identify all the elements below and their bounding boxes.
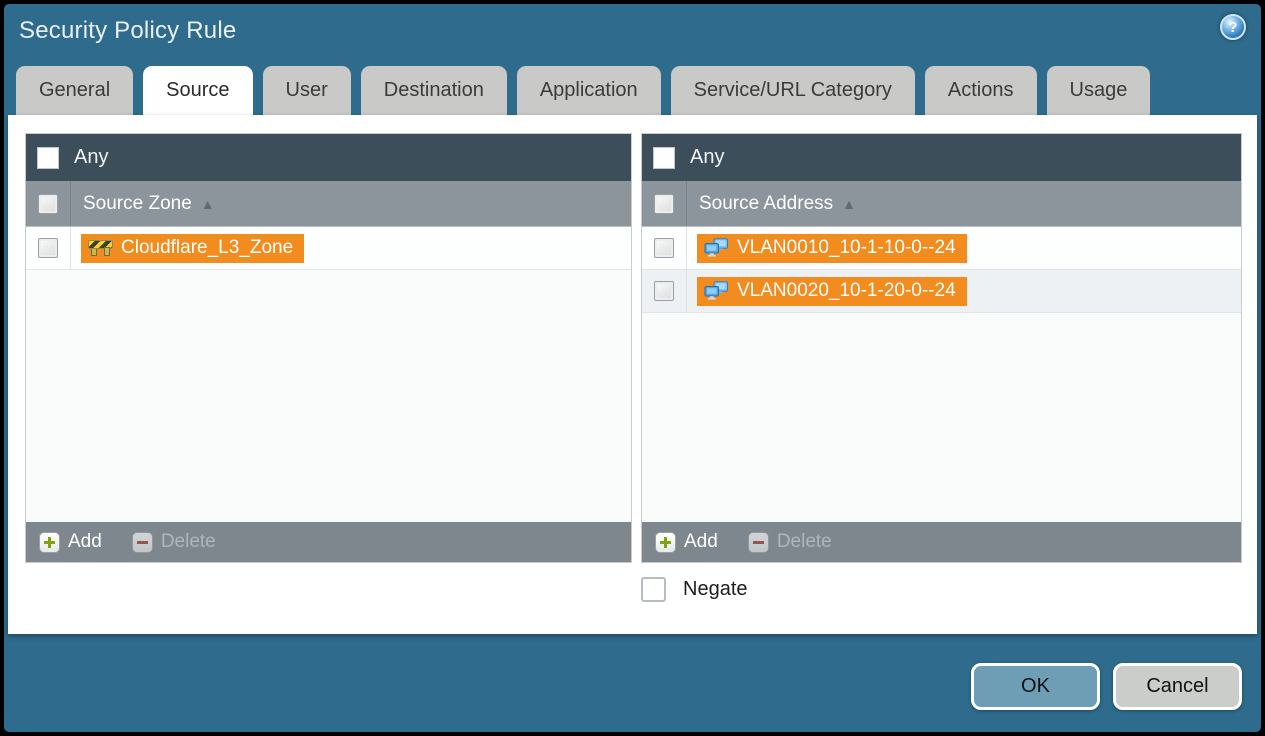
zone-icon xyxy=(88,239,113,256)
table-row[interactable]: VLAN0020_10-1-20-0--24 xyxy=(642,270,1241,313)
zone-chip-label: Cloudflare_L3_Zone xyxy=(121,236,294,258)
add-icon xyxy=(655,531,676,553)
source-address-panel: Any Source Address ▲ VLAN0010_10-1-10-0-… xyxy=(641,133,1242,563)
add-button-label: Add xyxy=(684,531,718,552)
tab-actions[interactable]: Actions xyxy=(924,66,1037,115)
tab-general[interactable]: General xyxy=(16,66,134,115)
row-checkbox[interactable] xyxy=(38,238,58,258)
source-address-select-all-checkbox[interactable] xyxy=(654,193,674,214)
table-row[interactable]: Cloudflare_L3_Zone xyxy=(26,227,631,270)
source-zone-panel: Any Source Zone ▲ Cloudflare_L3_Zone Add… xyxy=(25,133,632,563)
delete-address-button[interactable]: Delete xyxy=(747,531,832,553)
source-zone-column-label: Source Zone xyxy=(83,192,192,214)
source-zone-any-header: Any xyxy=(26,134,631,181)
row-checkbox[interactable] xyxy=(654,281,674,301)
source-address-footer: Add Delete xyxy=(642,522,1241,562)
tab-content-source: Any Source Zone ▲ Cloudflare_L3_Zone Add… xyxy=(8,115,1257,634)
delete-button-label: Delete xyxy=(776,531,832,552)
address-chip[interactable]: VLAN0010_10-1-10-0--24 xyxy=(697,233,967,263)
help-icon[interactable]: ? xyxy=(1220,14,1246,40)
source-zone-any-label: Any xyxy=(74,146,109,168)
tab-bar: General Source User Destination Applicat… xyxy=(16,66,1249,115)
add-address-button[interactable]: Add xyxy=(655,531,718,553)
zone-chip[interactable]: Cloudflare_L3_Zone xyxy=(81,233,305,263)
row-checkbox-cell xyxy=(26,227,71,269)
source-address-select-all-cell xyxy=(642,181,687,226)
negate-row: Negate xyxy=(641,577,748,602)
sort-asc-icon[interactable]: ▲ xyxy=(201,196,215,212)
source-zone-select-all-cell xyxy=(26,181,71,226)
source-zone-select-all-checkbox[interactable] xyxy=(38,193,58,214)
dialog-button-bar: OK Cancel xyxy=(971,663,1242,710)
source-address-any-header: Any xyxy=(642,134,1241,181)
delete-icon xyxy=(131,531,153,553)
tab-destination[interactable]: Destination xyxy=(360,66,507,115)
address-chip-label: VLAN0010_10-1-10-0--24 xyxy=(737,236,956,258)
delete-zone-button[interactable]: Delete xyxy=(131,531,216,553)
tab-service-url-category[interactable]: Service/URL Category xyxy=(670,66,915,115)
ok-button[interactable]: OK xyxy=(971,663,1100,710)
source-address-any-label: Any xyxy=(690,146,725,168)
row-checkbox-cell xyxy=(642,227,687,269)
row-checkbox[interactable] xyxy=(654,238,674,258)
cancel-button[interactable]: Cancel xyxy=(1113,663,1242,710)
source-address-column-header[interactable]: Source Address ▲ xyxy=(642,181,1241,226)
tab-user[interactable]: User xyxy=(262,66,351,115)
add-button-label: Add xyxy=(68,531,102,552)
tab-usage[interactable]: Usage xyxy=(1046,66,1151,115)
address-chip[interactable]: VLAN0020_10-1-20-0--24 xyxy=(697,276,967,306)
tab-source[interactable]: Source xyxy=(143,66,253,115)
table-row[interactable]: VLAN0010_10-1-10-0--24 xyxy=(642,227,1241,270)
source-zone-list: Cloudflare_L3_Zone xyxy=(26,226,631,522)
source-address-any-checkbox[interactable] xyxy=(653,146,675,169)
tab-application[interactable]: Application xyxy=(516,66,661,115)
negate-label: Negate xyxy=(683,578,748,600)
add-zone-button[interactable]: Add xyxy=(39,531,102,553)
delete-icon xyxy=(747,531,769,553)
dialog-title: Security Policy Rule xyxy=(19,17,237,44)
address-chip-label: VLAN0020_10-1-20-0--24 xyxy=(737,279,956,301)
add-icon xyxy=(39,531,60,553)
address-icon xyxy=(704,238,728,257)
source-address-list: VLAN0010_10-1-10-0--24 VLAN0020_10-1-20-… xyxy=(642,226,1241,522)
dialog-background: Security Policy Rule ? General Source Us… xyxy=(4,4,1261,732)
address-icon xyxy=(704,281,728,300)
security-policy-rule-dialog: Security Policy Rule ? General Source Us… xyxy=(0,0,1265,736)
titlebar: Security Policy Rule ? xyxy=(4,4,1261,66)
row-checkbox-cell xyxy=(642,270,687,312)
source-zone-any-checkbox[interactable] xyxy=(37,146,59,169)
source-address-column-label: Source Address xyxy=(699,192,834,214)
negate-checkbox[interactable] xyxy=(641,577,666,602)
delete-button-label: Delete xyxy=(160,531,216,552)
sort-asc-icon[interactable]: ▲ xyxy=(842,196,856,212)
source-zone-footer: Add Delete xyxy=(26,522,631,562)
source-zone-column-header[interactable]: Source Zone ▲ xyxy=(26,181,631,226)
